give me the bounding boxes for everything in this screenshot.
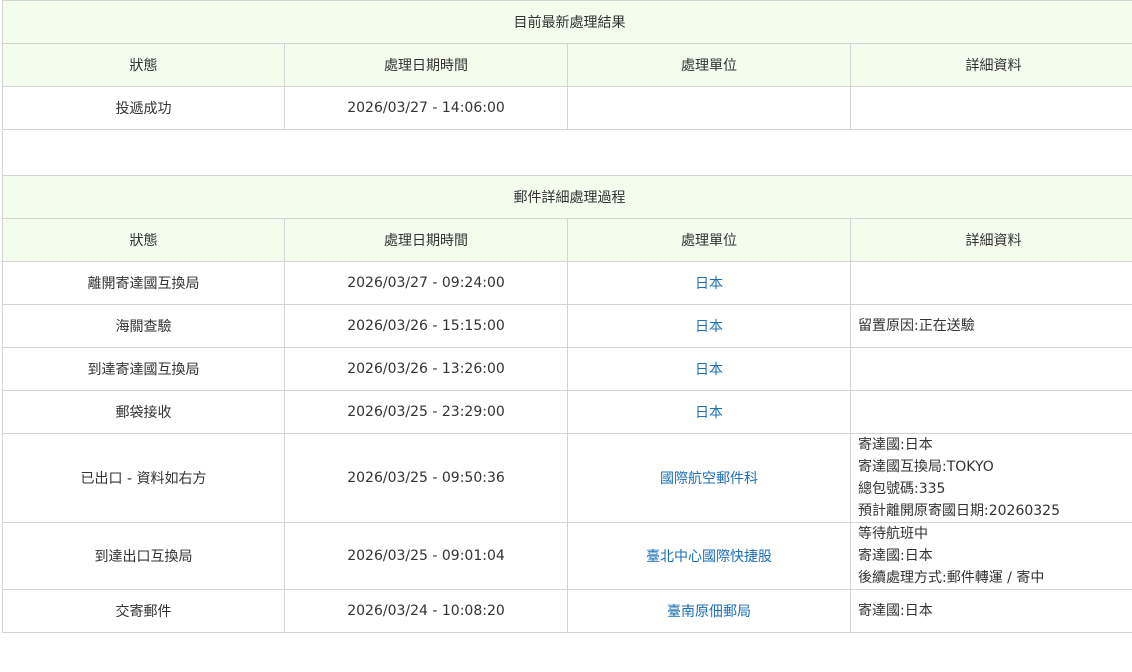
column-header-unit: 處理單位 xyxy=(567,43,851,87)
table-row: 到達寄達國互換局 2026/03/26 - 13:26:00 日本 xyxy=(2,347,1132,391)
detail-line: 預計離開原寄國日期:20260325 xyxy=(858,503,1060,519)
datetime-cell: 2026/03/26 - 13:26:00 xyxy=(284,347,568,391)
status-cell: 已出口 - 資料如右方 xyxy=(2,433,285,523)
table-row: 海關查驗 2026/03/26 - 15:15:00 日本 留置原因:正在送驗 xyxy=(2,304,1132,348)
history-body: 離開寄達國互換局 2026/03/27 - 09:24:00 日本 海關查驗 2026/… xyxy=(2,261,1132,633)
detail-line: 留置原因:正在送驗 xyxy=(858,318,975,334)
table-row: 離開寄達國互換局 2026/03/27 - 09:24:00 日本 xyxy=(2,261,1132,305)
column-header-status: 狀態 xyxy=(2,218,285,262)
datetime-cell: 2026/03/25 - 23:29:00 xyxy=(284,390,568,434)
details-cell xyxy=(850,390,1132,434)
status-cell: 離開寄達國互換局 xyxy=(2,261,285,305)
latest-header-row: 狀態 處理日期時間 處理單位 詳細資料 xyxy=(2,43,1132,87)
datetime-cell: 2026/03/24 - 10:08:20 xyxy=(284,589,568,633)
section-spacer xyxy=(2,131,1132,175)
column-header-datetime: 處理日期時間 xyxy=(284,43,568,87)
tracking-page: 目前最新處理結果 狀態 處理日期時間 處理單位 詳細資料 投遞成功 2026/0… xyxy=(0,0,1132,672)
table-row: 交寄郵件 2026/03/24 - 10:08:20 臺南原佃郵局 寄達國:日本 xyxy=(2,589,1132,633)
status-cell: 到達出口互換局 xyxy=(2,522,285,590)
status-cell: 交寄郵件 xyxy=(2,589,285,633)
detail-line: 寄達國互換局:TOKYO xyxy=(858,459,994,475)
details-cell: 寄達國:日本寄達國互換局:TOKYO 總包號碼:335 預計離開原寄國日期:2026… xyxy=(850,433,1132,523)
datetime-cell: 2026/03/25 - 09:50:36 xyxy=(284,433,568,523)
table-row: 到達出口互換局 2026/03/25 - 09:01:04 臺北中心國際快捷股 等待航… xyxy=(2,522,1132,590)
unit-link[interactable]: 日本 xyxy=(567,261,851,305)
column-header-details: 詳細資料 xyxy=(850,218,1132,262)
latest-result-table: 目前最新處理結果 狀態 處理日期時間 處理單位 詳細資料 投遞成功 2026/0… xyxy=(2,0,1132,130)
detail-line: 寄達國:日本 xyxy=(858,548,933,564)
unit-link[interactable]: 日本 xyxy=(567,390,851,434)
detail-line: 等待航班中 xyxy=(858,526,928,542)
column-header-status: 狀態 xyxy=(2,43,285,87)
datetime-cell: 2026/03/27 - 09:24:00 xyxy=(284,261,568,305)
detail-line: 總包號碼:335 xyxy=(858,481,946,497)
details-cell xyxy=(850,347,1132,391)
column-header-details: 詳細資料 xyxy=(850,43,1132,87)
status-cell: 到達寄達國互換局 xyxy=(2,347,285,391)
history-header-row: 狀態 處理日期時間 處理單位 詳細資料 xyxy=(2,218,1132,262)
table-row: 已出口 - 資料如右方 2026/03/25 - 09:50:36 國際航空郵件科寄… xyxy=(2,433,1132,523)
latest-row: 投遞成功 2026/03/27 - 14:06:00 xyxy=(2,86,1132,130)
table-row: 郵袋接收 2026/03/25 - 23:29:00 日本 xyxy=(2,390,1132,434)
status-cell: 海關查驗 xyxy=(2,304,285,348)
details-cell xyxy=(850,86,1132,130)
detail-line: 寄達國:日本 xyxy=(858,603,933,619)
unit-link[interactable]: 臺南原佃郵局 xyxy=(567,589,851,633)
detail-line: 寄達國:日本 xyxy=(858,437,933,453)
detail-line: 後續處理方式:郵件轉運 / 寄中 xyxy=(858,570,1045,586)
unit-link[interactable]: 日本 xyxy=(567,347,851,391)
datetime-cell: 2026/03/26 - 15:15:00 xyxy=(284,304,568,348)
unit-link[interactable]: 日本 xyxy=(567,304,851,348)
unit-link[interactable]: 國際航空郵件科 xyxy=(567,433,851,523)
latest-result-title: 目前最新處理結果 xyxy=(2,0,1132,44)
details-cell: 留置原因:正在送驗 xyxy=(850,304,1132,348)
datetime-cell: 2026/03/27 - 14:06:00 xyxy=(284,86,568,130)
column-header-datetime: 處理日期時間 xyxy=(284,218,568,262)
details-cell: 寄達國:日本 xyxy=(850,589,1132,633)
status-cell: 郵袋接收 xyxy=(2,390,285,434)
datetime-cell: 2026/03/25 - 09:01:04 xyxy=(284,522,568,590)
history-table: 郵件詳細處理過程 狀態 處理日期時間 處理單位 詳細資料 離開寄達國互換局 202… xyxy=(2,175,1132,633)
status-cell: 投遞成功 xyxy=(2,86,285,130)
details-cell xyxy=(850,261,1132,305)
details-cell: 等待航班中寄達國:日本後續處理方式:郵件轉運 / 寄中 xyxy=(850,522,1132,590)
unit-cell xyxy=(567,86,851,130)
unit-link[interactable]: 臺北中心國際快捷股 xyxy=(567,522,851,590)
column-header-unit: 處理單位 xyxy=(567,218,851,262)
history-title: 郵件詳細處理過程 xyxy=(2,175,1132,219)
